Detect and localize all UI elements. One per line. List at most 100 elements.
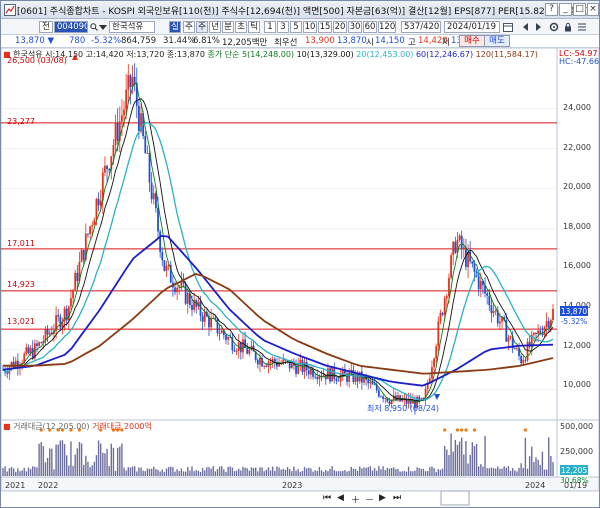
volume-bar	[492, 468, 495, 476]
lock-icon[interactable]	[563, 22, 573, 32]
volume-bar	[29, 469, 32, 476]
interval-30-button[interactable]: 30	[348, 21, 362, 33]
volume-bar	[484, 435, 486, 476]
candle-body	[486, 293, 489, 296]
search-icon[interactable]	[90, 23, 98, 31]
period-minute-button[interactable]: 초	[235, 21, 247, 33]
volume-bar	[291, 471, 293, 476]
price-axis-label: 20,000	[563, 182, 591, 191]
scroll-first-icon[interactable]: ⏮	[323, 493, 331, 503]
time-axis-label: 2024	[525, 481, 546, 490]
interval-5-button[interactable]: 5	[290, 21, 302, 33]
volume-bar	[433, 468, 435, 476]
volume-bar	[339, 471, 342, 476]
period-month-button[interactable]: 년	[209, 21, 221, 33]
volume-bar	[99, 443, 102, 476]
candle-body	[384, 397, 387, 399]
volume-bar	[511, 468, 514, 476]
candle-body	[367, 379, 370, 384]
volume-bar	[182, 471, 185, 476]
candle-body	[490, 305, 493, 314]
volume-bar	[150, 468, 153, 476]
period-tick-button[interactable]: 틱	[248, 21, 260, 33]
candle-body	[248, 349, 251, 354]
volume-bar	[312, 471, 314, 476]
volume-bar	[380, 469, 382, 476]
volume-bar	[95, 455, 98, 476]
market-type-select[interactable]: 전	[39, 21, 53, 33]
turnover-rate: 31.44%	[163, 36, 196, 46]
candle-body	[184, 283, 187, 304]
interval-15-button[interactable]: 15	[318, 21, 332, 33]
scroll-left-icon[interactable]: ◀	[337, 493, 344, 503]
volume-bar	[25, 471, 28, 476]
volume-bar	[382, 466, 384, 476]
candle-body	[123, 109, 125, 116]
volume-bar	[235, 470, 238, 476]
period-day-button[interactable]: 주	[183, 21, 195, 33]
buy-button[interactable]: 매수	[459, 35, 485, 47]
volume-bar	[259, 467, 261, 476]
interval-60-button[interactable]: 60	[363, 21, 377, 33]
candle-body	[121, 115, 123, 122]
volume-bar	[15, 471, 17, 476]
volume-bar	[494, 468, 497, 476]
dropdown-chevron-icon[interactable]	[99, 23, 107, 31]
scroll-right-icon[interactable]: ▶	[379, 493, 386, 503]
interval-20-button[interactable]: 20	[333, 21, 347, 33]
volume-bar	[271, 466, 274, 476]
volume-bar	[418, 468, 420, 476]
candle-body	[462, 247, 465, 250]
sell-button[interactable]: 매도	[484, 35, 510, 47]
volume-bar	[68, 465, 70, 476]
candle-body	[532, 332, 535, 335]
zoom-in-icon[interactable]: ＋	[351, 493, 360, 506]
volume-bar	[552, 462, 554, 476]
volume-bar	[74, 454, 76, 476]
volume-bar	[424, 471, 427, 476]
candle-body	[150, 182, 153, 200]
volume-bar	[437, 469, 440, 476]
stock-code-input[interactable]: 004090	[54, 21, 88, 33]
candle-body	[146, 153, 149, 154]
settings-icon[interactable]	[549, 22, 559, 32]
data-count-input[interactable]: 537/4200	[401, 21, 441, 33]
volume-bar	[539, 464, 541, 476]
prev-icon[interactable]	[521, 22, 531, 32]
volume-bar	[214, 471, 217, 476]
date-input[interactable]: 2024/01/19	[444, 21, 500, 33]
volume-bar	[310, 468, 312, 476]
minimize-button[interactable]: _	[559, 3, 572, 16]
close-button[interactable]: ×	[587, 3, 599, 16]
candle-body	[499, 321, 501, 324]
price-chart[interactable]	[1, 48, 599, 507]
volume-bar	[225, 471, 227, 476]
stock-name-display: 한국석유	[109, 21, 155, 33]
period-week-button[interactable]: 주	[196, 21, 208, 33]
zoom-out-icon[interactable]: －	[365, 493, 374, 506]
interval-10-button[interactable]: 10	[303, 21, 317, 33]
interval-3-button[interactable]: 3	[277, 21, 289, 33]
interval-1-button[interactable]: 1	[264, 21, 276, 33]
volume-bar	[121, 443, 123, 476]
maximize-button[interactable]: □	[573, 3, 586, 16]
volume-bar	[244, 467, 246, 476]
realtime-button[interactable]: 실	[169, 21, 181, 33]
volume-bar	[42, 446, 45, 476]
candle-body	[114, 122, 117, 145]
next-icon[interactable]	[533, 22, 543, 32]
candle-body	[89, 226, 91, 235]
candle-body	[371, 382, 374, 385]
volume-bar	[397, 468, 399, 476]
scroll-last-icon[interactable]: ⏭	[393, 493, 401, 503]
volume-bar	[350, 466, 352, 476]
period-year-button[interactable]: 분	[222, 21, 234, 33]
help-button[interactable]: ?	[545, 3, 558, 16]
calendar-icon[interactable]	[503, 22, 513, 32]
volume-bar	[89, 467, 91, 476]
volume-bar	[49, 448, 51, 476]
volume-bar	[441, 468, 444, 476]
menu-icon[interactable]	[577, 22, 587, 32]
hline-label-2: 17,011	[7, 239, 35, 248]
interval-120-button[interactable]: 120	[378, 21, 396, 33]
